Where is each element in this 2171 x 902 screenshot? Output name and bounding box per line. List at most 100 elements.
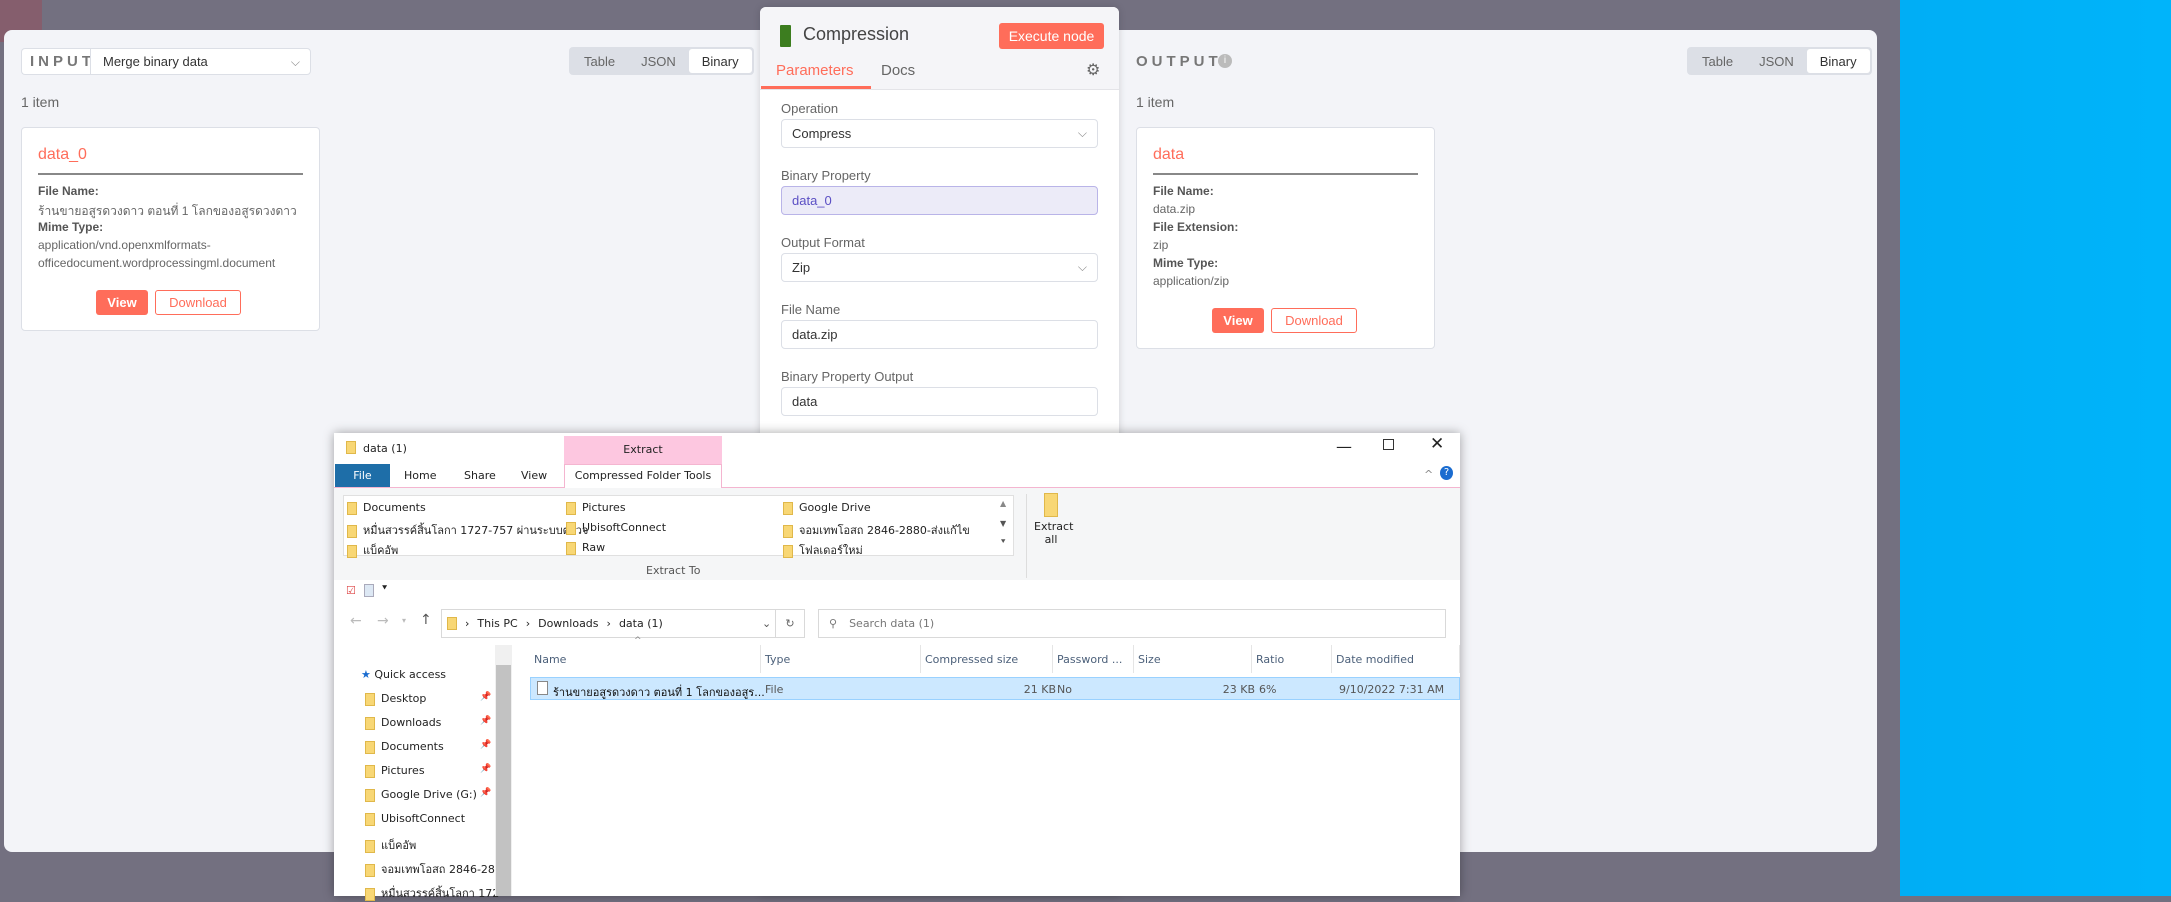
help-icon[interactable]: ? xyxy=(1440,466,1453,480)
collapse-ribbon-icon[interactable]: ^ xyxy=(1424,468,1433,481)
extract-destination[interactable]: Pictures xyxy=(566,501,626,515)
field-label: File Name: xyxy=(1153,184,1214,198)
nav-item[interactable]: Google Drive (G:) xyxy=(365,788,477,802)
input-source-select[interactable]: Merge binary data ⌵ xyxy=(90,48,311,75)
back-arrow-icon[interactable]: ← xyxy=(350,613,362,629)
file-icon xyxy=(537,681,548,695)
execute-node-button[interactable]: Execute node xyxy=(999,23,1104,49)
view-button[interactable]: View xyxy=(96,290,148,315)
folder-icon xyxy=(365,863,375,877)
folder-icon xyxy=(365,764,375,778)
file-name-input[interactable]: data.zip xyxy=(781,320,1098,349)
tab-table[interactable]: Table xyxy=(571,49,628,73)
nav-item[interactable]: จอมเทพโอสถ 2846-288 xyxy=(365,860,502,878)
tab-share[interactable]: Share xyxy=(464,469,496,482)
extract-destination[interactable]: จอมเทพโอสถ 2846-2880-ส่งแก้ไข xyxy=(783,521,970,539)
gallery-scroll-down[interactable]: ▼ xyxy=(1000,519,1006,528)
up-arrow-icon[interactable]: ↑ xyxy=(420,612,432,628)
column-header[interactable]: Ratio xyxy=(1252,645,1332,673)
gallery-expand[interactable]: ⯆ xyxy=(1000,537,1006,547)
close-button[interactable]: ✕ xyxy=(1430,434,1444,454)
nav-item[interactable]: ★ Quick access xyxy=(361,668,446,681)
node-title[interactable]: Compression xyxy=(803,24,909,45)
info-icon[interactable]: i xyxy=(1218,54,1232,68)
download-button[interactable]: Download xyxy=(1271,308,1357,333)
pin-icon[interactable]: 📌 xyxy=(480,692,491,702)
search-input[interactable]: ⚲ Search data (1) xyxy=(818,609,1446,638)
tab-json[interactable]: JSON xyxy=(1746,49,1807,73)
nav-item[interactable]: หมื่นสวรรค์สิ้นโลกา 172 xyxy=(365,884,499,902)
nav-item[interactable]: Documents xyxy=(365,740,444,754)
nav-item[interactable]: UbisoftConnect xyxy=(365,812,465,826)
extract-destination[interactable]: Raw xyxy=(566,541,605,555)
operation-value: Compress xyxy=(792,126,852,141)
extract-destination[interactable]: แบ็คอัพ xyxy=(347,541,398,559)
column-header[interactable]: Date modified xyxy=(1332,645,1460,673)
address-bar[interactable]: › This PC › Downloads › data (1) ⌄ xyxy=(441,609,805,638)
tab-file[interactable]: File xyxy=(335,464,390,487)
nav-item[interactable]: Desktop xyxy=(365,692,426,706)
tab-view[interactable]: View xyxy=(521,469,547,482)
tab-compressed-folder-tools[interactable]: Compressed Folder Tools xyxy=(564,464,722,488)
folder-icon xyxy=(365,788,375,802)
binary-property-output-input[interactable]: data xyxy=(781,387,1098,416)
pin-icon[interactable]: 📌 xyxy=(480,764,491,774)
nav-item[interactable]: Pictures xyxy=(365,764,425,778)
tab-home[interactable]: Home xyxy=(404,469,436,482)
breadcrumb-downloads[interactable]: Downloads xyxy=(538,617,598,630)
gear-icon[interactable]: ⚙ xyxy=(1086,60,1100,80)
column-header[interactable]: Password ... xyxy=(1053,645,1134,673)
output-format-select[interactable]: Zip ⌵ xyxy=(781,253,1098,282)
forward-arrow-icon[interactable]: → xyxy=(377,613,389,629)
recent-locations-icon[interactable]: ▾ xyxy=(402,616,406,625)
pin-icon[interactable]: 📌 xyxy=(480,716,491,726)
tab-table[interactable]: Table xyxy=(1689,49,1746,73)
column-header[interactable]: Compressed size xyxy=(921,645,1053,673)
column-header[interactable]: Type xyxy=(761,645,921,673)
destination-label: Pictures xyxy=(582,501,626,514)
nav-item[interactable]: แบ็คอัพ xyxy=(365,836,416,854)
extract-destination[interactable]: หมื่นสวรรค์สิ้นโลกา 1727-757 ผ่านระบบตรว… xyxy=(347,521,588,539)
breadcrumb-this-pc[interactable]: This PC xyxy=(477,617,517,630)
destination-label: Documents xyxy=(363,501,426,514)
tab-binary[interactable]: Binary xyxy=(688,49,752,73)
binary-property-input[interactable]: data_0 xyxy=(781,186,1098,215)
view-button[interactable]: View xyxy=(1212,308,1264,333)
extract-all-button[interactable]: Extract all xyxy=(1034,493,1073,553)
download-button[interactable]: Download xyxy=(155,290,241,315)
nav-item-label: จอมเทพโอสถ 2846-288 xyxy=(381,863,502,876)
chevron-down-icon[interactable]: ⌄ xyxy=(762,617,771,630)
output-format-value: Zip xyxy=(792,260,811,275)
tab-json[interactable]: JSON xyxy=(628,49,689,73)
pin-icon[interactable]: 📌 xyxy=(480,788,491,798)
maximize-button[interactable] xyxy=(1383,439,1394,450)
properties-icon[interactable]: ☑ xyxy=(346,584,356,597)
active-tab-indicator xyxy=(761,86,871,89)
nav-scrollbar[interactable] xyxy=(495,645,512,896)
column-header[interactable]: Size xyxy=(1134,645,1252,673)
scrollbar-thumb[interactable] xyxy=(496,665,511,896)
new-folder-icon[interactable] xyxy=(364,584,374,597)
breadcrumb-sep: › xyxy=(465,617,470,630)
tab-binary[interactable]: Binary xyxy=(1806,49,1870,73)
operation-select[interactable]: Compress ⌵ xyxy=(781,119,1098,148)
nav-item[interactable]: Downloads xyxy=(365,716,441,730)
extract-destination[interactable]: UbisoftConnect xyxy=(566,521,666,535)
tab-parameters[interactable]: Parameters xyxy=(776,62,854,79)
extract-destination[interactable]: Documents xyxy=(347,501,426,515)
field-label: File Extension: xyxy=(1153,220,1239,234)
breadcrumb-data[interactable]: data (1) xyxy=(619,617,663,630)
extract-destination[interactable]: Google Drive xyxy=(783,501,871,515)
extract-all-label: all xyxy=(1044,533,1058,546)
customize-qat-icon[interactable]: ⯆ xyxy=(381,584,388,594)
input-source-value: Merge binary data xyxy=(103,54,208,69)
extract-context-tab: Extract xyxy=(564,436,722,464)
refresh-button[interactable]: ↻ xyxy=(775,609,805,638)
chevron-down-icon: ⌵ xyxy=(1077,126,1087,140)
tab-docs[interactable]: Docs xyxy=(881,62,915,79)
pin-icon[interactable]: 📌 xyxy=(480,740,491,750)
minimize-button[interactable]: — xyxy=(1336,437,1352,456)
column-header[interactable]: Name xyxy=(530,645,761,673)
gallery-scroll-up[interactable]: ▲ xyxy=(1000,499,1006,508)
extract-destination[interactable]: โฟลเดอร์ใหม่ xyxy=(783,541,863,559)
